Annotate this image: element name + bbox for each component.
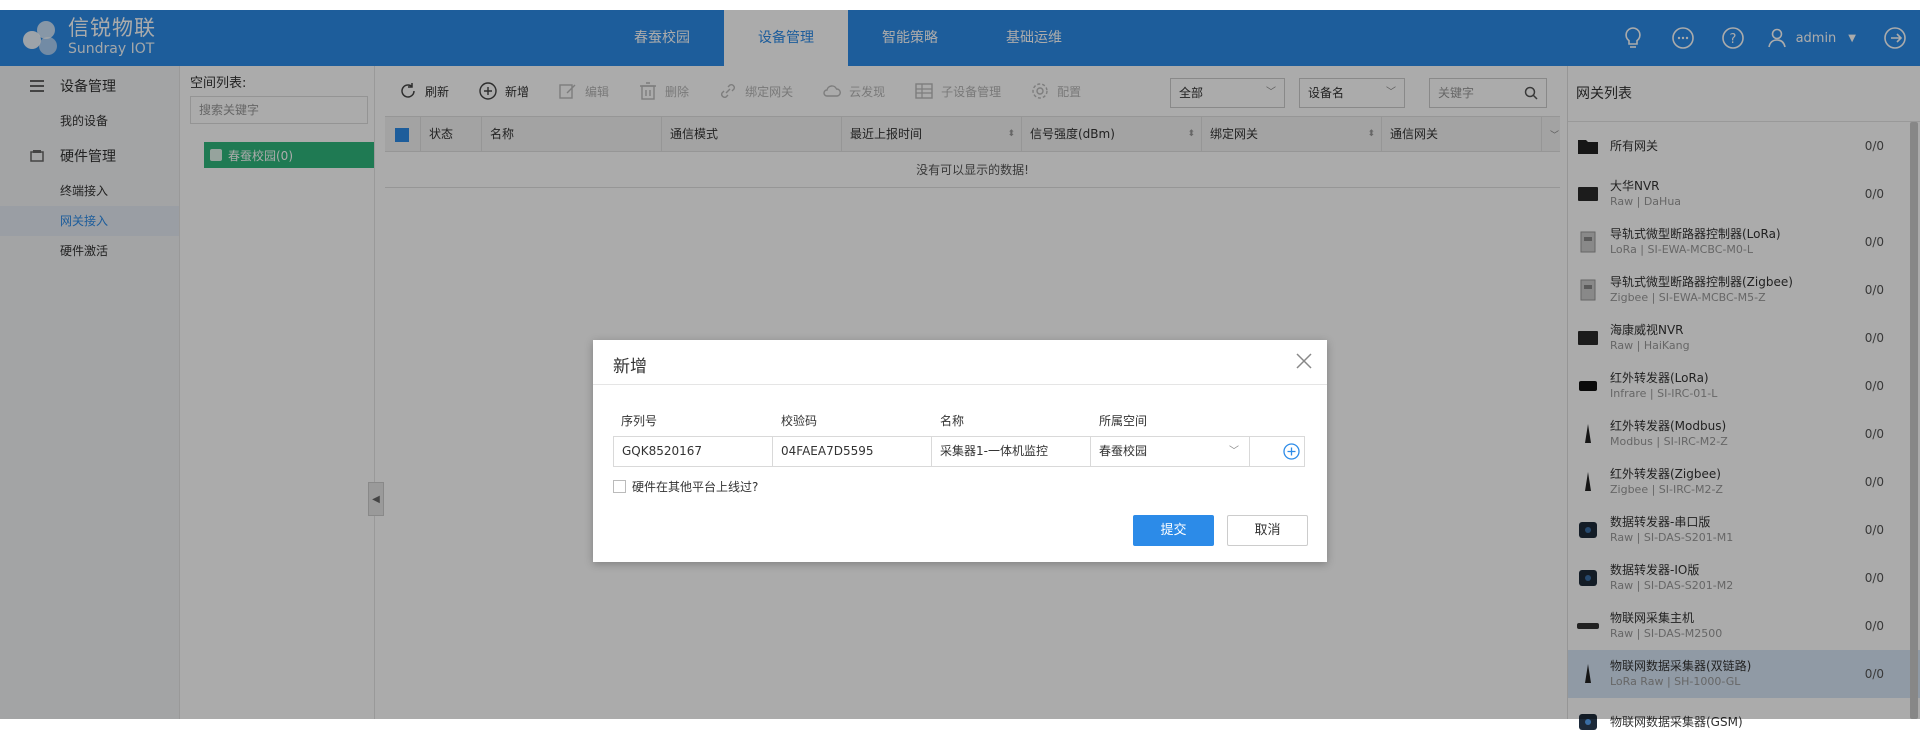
code-label: 校验码: [781, 414, 818, 428]
cancel-button[interactable]: 取消: [1227, 515, 1308, 546]
chevron-down-icon: ﹀: [1229, 446, 1239, 457]
dialog-divider: [593, 384, 1327, 385]
dialog-title: 新增: [613, 357, 647, 377]
top-strip: [0, 0, 1920, 10]
space-select[interactable]: 春蚕校园 ﹀: [1090, 436, 1250, 467]
serial-label: 序列号: [621, 414, 658, 428]
online-elsewhere-checkbox[interactable]: 硬件在其他平台上线过?: [613, 478, 758, 495]
add-dialog: 新增 序列号 校验码 名称 所属空间 GQK8520167 04FAEA7D55…: [593, 340, 1327, 562]
add-row-icon[interactable]: [1283, 443, 1300, 460]
code-field[interactable]: 04FAEA7D5595: [772, 436, 932, 467]
name-field[interactable]: 采集器1-一体机监控: [931, 436, 1091, 467]
checkbox-icon: [613, 480, 626, 493]
submit-button[interactable]: 提交: [1133, 515, 1214, 546]
close-icon[interactable]: [1295, 352, 1313, 370]
name-label: 名称: [940, 414, 965, 428]
space-select-value: 春蚕校园: [1099, 444, 1148, 458]
space-label: 所属空间: [1099, 414, 1148, 428]
serial-field[interactable]: GQK8520167: [613, 436, 773, 467]
checkbox-label: 硬件在其他平台上线过?: [632, 480, 759, 494]
